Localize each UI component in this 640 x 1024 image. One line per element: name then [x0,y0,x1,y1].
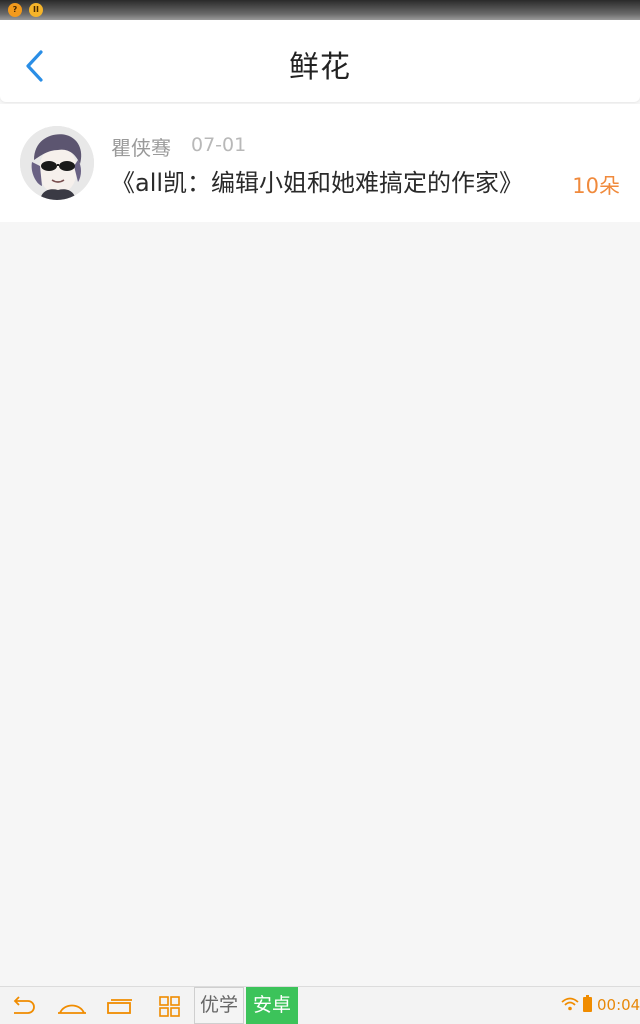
youxue-tag[interactable]: 优学 [194,987,244,1024]
list-item[interactable]: 瞿侠骞 07-01 《all凯：编辑小姐和她难搞定的作家》 10朵 [0,104,640,222]
clock: 00:04 [597,996,640,1014]
system-status-bar: ? II [0,0,640,20]
flower-list: 瞿侠骞 07-01 《all凯：编辑小姐和她难搞定的作家》 10朵 [0,104,640,222]
battery-icon [583,995,592,1012]
recent-apps-icon [107,999,132,1014]
pause-icon: II [29,3,43,17]
nav-recent-button[interactable] [105,993,135,1019]
nav-back-button[interactable] [8,993,38,1019]
flower-count: 10朵 [572,174,620,198]
user-avatar-icon [20,126,94,200]
app-header: 鲜花 [0,20,640,102]
apps-grid-icon [159,996,180,1017]
post-date: 07-01 [191,134,247,156]
notification-icon: ? [8,3,22,17]
home-icon [58,1004,86,1014]
android-tag[interactable]: 安卓 [246,987,298,1024]
user-name[interactable]: 瞿侠骞 [111,132,171,161]
nav-home-button[interactable] [56,993,86,1019]
avatar[interactable] [20,126,94,200]
back-arrow-icon [13,996,35,1014]
nav-apps-button[interactable] [155,993,185,1019]
book-title[interactable]: 《all凯：编辑小姐和她难搞定的作家》 [111,163,523,198]
page-title: 鲜花 [289,50,351,85]
system-nav-bar: 优学 安卓 00:04 [0,986,640,1024]
wifi-icon [561,997,579,1011]
